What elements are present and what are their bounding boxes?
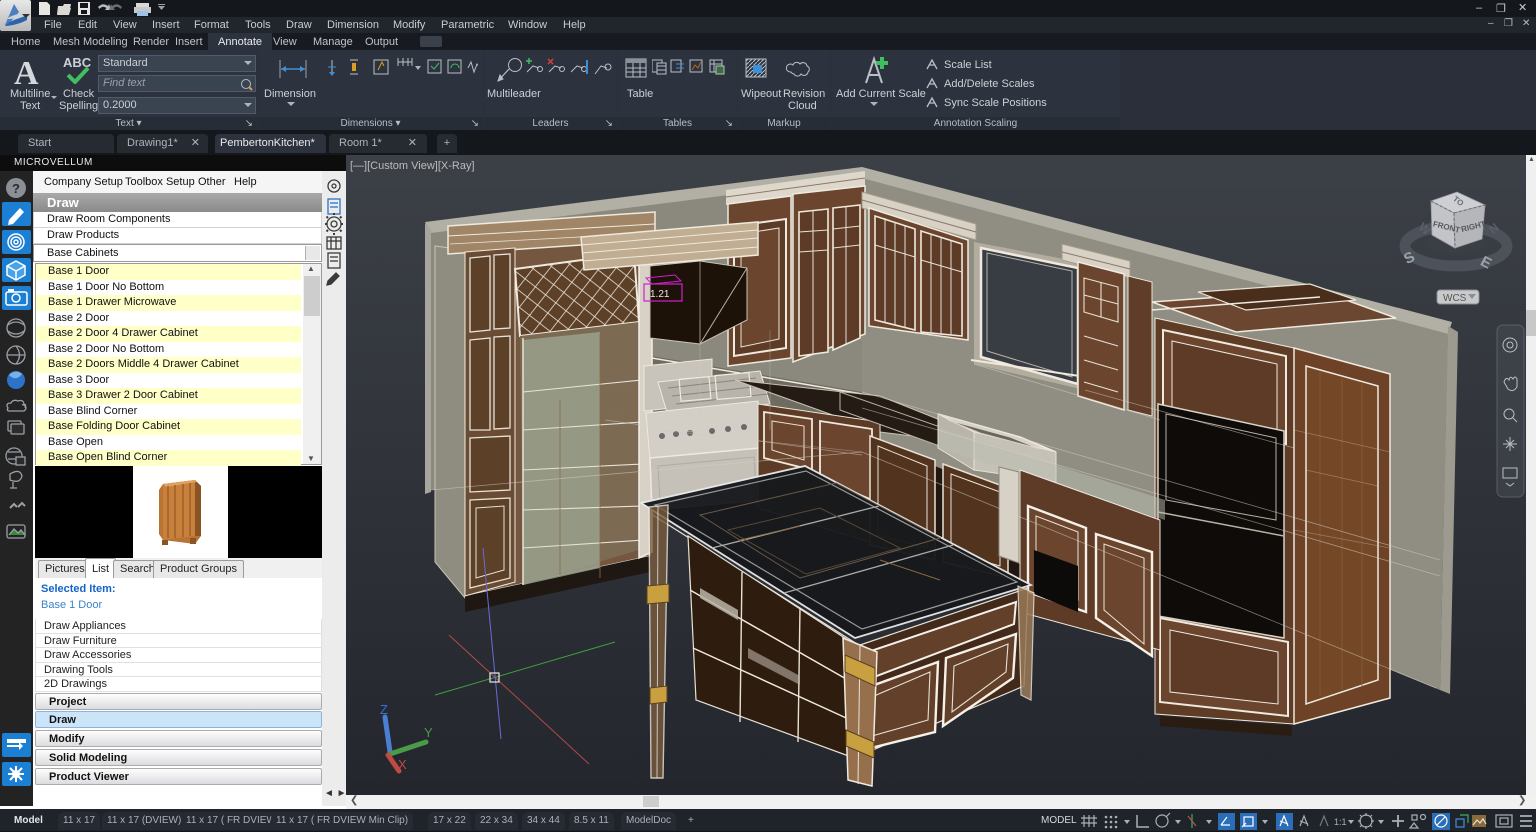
svg-text:1:1: 1:1 xyxy=(1334,817,1347,827)
svg-text:[—][Custom View][X-Ray]: [—][Custom View][X-Ray] xyxy=(350,160,475,172)
svg-text:Z: Z xyxy=(380,702,388,717)
svg-text:Y: Y xyxy=(424,725,433,740)
svg-text:?: ? xyxy=(12,181,20,196)
svg-text:X: X xyxy=(398,757,407,772)
svg-text:WCS: WCS xyxy=(1443,293,1467,304)
svg-text:1.21: 1.21 xyxy=(650,289,670,300)
